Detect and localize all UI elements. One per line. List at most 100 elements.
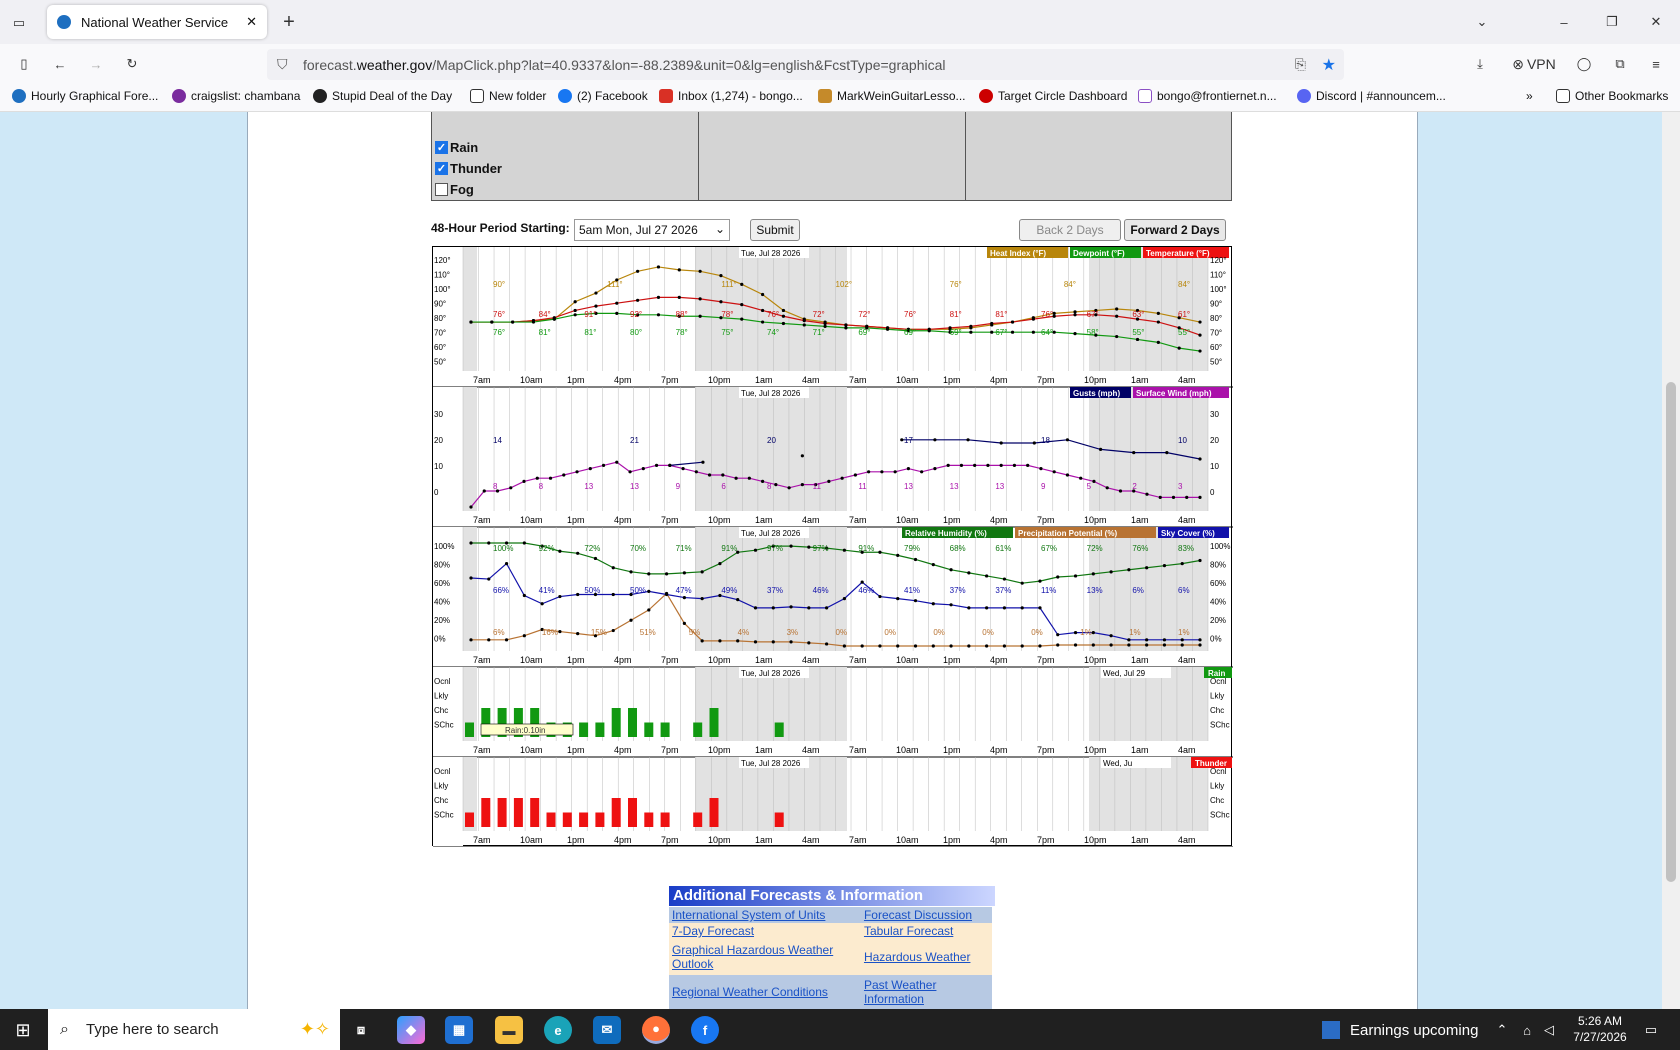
back-icon[interactable]: ← bbox=[48, 52, 72, 76]
fog-checkbox-row[interactable]: Fog bbox=[435, 182, 474, 197]
link-tabular[interactable]: Tabular Forecast bbox=[861, 923, 992, 939]
reload-icon[interactable]: ↻ bbox=[120, 52, 144, 76]
humidity-point bbox=[576, 551, 580, 555]
edge-icon[interactable]: e bbox=[544, 1016, 572, 1044]
news-widget[interactable]: Earnings upcoming bbox=[1322, 1017, 1478, 1043]
new-tab-icon[interactable]: + bbox=[278, 10, 300, 34]
x-tick-label: 7am bbox=[473, 745, 491, 755]
thunder-checkbox-row[interactable]: ✓ Thunder bbox=[435, 161, 502, 176]
scrollbar[interactable] bbox=[1662, 112, 1680, 1009]
temperature-label: 63° bbox=[1132, 310, 1144, 319]
notifications-icon[interactable]: ▭ bbox=[1640, 1019, 1662, 1041]
store-icon[interactable]: ▦ bbox=[445, 1016, 473, 1044]
temperature-label: 92° bbox=[630, 310, 642, 319]
save-page-icon[interactable]: ⎘ bbox=[1295, 56, 1306, 73]
link-hazardous-outlook[interactable]: Graphical Hazardous Weather Outlook bbox=[669, 939, 861, 975]
bookmark-item[interactable]: New folder bbox=[470, 89, 546, 103]
fog-checkbox[interactable] bbox=[435, 183, 448, 196]
surface-wind-point bbox=[482, 489, 486, 493]
facebook-icon[interactable]: f bbox=[691, 1016, 719, 1044]
bookmark-item[interactable]: MarkWeinGuitarLesso... bbox=[818, 89, 966, 103]
thunder-bar bbox=[579, 812, 589, 827]
bookmark-item[interactable]: Target Circle Dashboard bbox=[979, 89, 1127, 103]
bookmark-item[interactable]: Hourly Graphical Fore... bbox=[12, 89, 158, 103]
tray-chevron-icon[interactable]: ⌃ bbox=[1494, 1019, 1510, 1041]
bookmark-item[interactable]: Stupid Deal of the Day bbox=[313, 89, 452, 103]
vpn-button[interactable]: ⊗ VPN bbox=[1508, 52, 1560, 76]
y-tick-label: 40% bbox=[434, 598, 450, 607]
rain-checkbox-row[interactable]: ✓ Rain bbox=[435, 140, 478, 155]
bookmark-item[interactable]: Discord | #announcem... bbox=[1297, 89, 1446, 103]
thunder-checkbox[interactable]: ✓ bbox=[435, 162, 448, 175]
link-si-units[interactable]: International System of Units bbox=[669, 907, 861, 923]
other-bookmarks[interactable]: Other Bookmarks bbox=[1556, 89, 1668, 103]
tab-list-icon[interactable]: ▭ bbox=[8, 12, 30, 34]
bookmark-star-icon[interactable]: ★ bbox=[1322, 55, 1336, 75]
bookmark-item[interactable]: craigslist: chambana bbox=[172, 89, 300, 103]
dewpoint-point bbox=[615, 311, 619, 315]
gusts-point bbox=[668, 463, 672, 467]
volume-icon[interactable]: ◁ bbox=[1540, 1019, 1558, 1041]
y-tick-label: 100° bbox=[1210, 285, 1227, 294]
precip-potential-point bbox=[1162, 643, 1167, 647]
extensions-icon[interactable]: ⧉ bbox=[1608, 52, 1632, 76]
mail-icon[interactable]: ✉ bbox=[593, 1016, 621, 1044]
clock[interactable]: 5:26 AM 7/27/2026 bbox=[1565, 1013, 1635, 1045]
taskbar-search[interactable]: ⌕ Type here to search ✦✧ bbox=[48, 1009, 340, 1050]
link-past-weather[interactable]: Past Weather Information bbox=[861, 975, 992, 1009]
task-view-icon[interactable]: ⧈ bbox=[347, 1016, 375, 1044]
sidebar-icon[interactable]: ▯ bbox=[12, 52, 36, 76]
rain-checkbox[interactable]: ✓ bbox=[435, 141, 448, 154]
scrollbar-thumb[interactable] bbox=[1666, 382, 1676, 882]
network-icon[interactable]: ⌂ bbox=[1518, 1019, 1536, 1041]
humidity-point bbox=[1002, 577, 1007, 581]
tab-nws[interactable]: National Weather Service ✕ bbox=[47, 5, 267, 39]
firefox-icon[interactable]: ● bbox=[642, 1016, 670, 1044]
url-bar[interactable]: ⛉ forecast. weather.gov/MapClick.php?lat=… bbox=[267, 49, 1344, 80]
submit-button[interactable]: Submit bbox=[750, 219, 800, 241]
sky-cover-label: 50% bbox=[584, 586, 600, 595]
site-info-icon[interactable]: ⛉ bbox=[277, 56, 288, 73]
period-label: 48-Hour Period Starting: bbox=[431, 221, 570, 235]
minimize-icon[interactable]: – bbox=[1552, 10, 1576, 34]
surface-wind-point bbox=[1118, 489, 1123, 493]
account-icon[interactable]: ◯ bbox=[1572, 52, 1596, 76]
heat-index-label: 76° bbox=[950, 280, 962, 289]
downloads-icon[interactable]: ⤓ bbox=[1468, 52, 1492, 76]
bookmark-item[interactable]: bongo@frontiernet.n... bbox=[1138, 89, 1277, 103]
sky-cover-point bbox=[469, 576, 473, 580]
precip-label: 0% bbox=[884, 628, 896, 637]
surface-wind-point bbox=[1105, 486, 1109, 490]
gust-label: 14 bbox=[493, 436, 502, 445]
list-all-tabs-icon[interactable]: ⌄ bbox=[1470, 10, 1494, 34]
forward-2-days-button[interactable]: Forward 2 Days bbox=[1124, 219, 1226, 241]
x-tick-label: 10pm bbox=[708, 375, 731, 385]
heat-index-point bbox=[677, 268, 681, 272]
forward-icon[interactable]: → bbox=[84, 52, 108, 76]
menu-icon[interactable]: ≡ bbox=[1644, 52, 1668, 76]
file-explorer-icon[interactable]: ▬ bbox=[495, 1016, 523, 1044]
humidity-label: 79% bbox=[904, 544, 920, 553]
link-forecast-discussion[interactable]: Forecast Discussion bbox=[861, 907, 992, 923]
bookmark-item[interactable]: Inbox (1,274) - bongo... bbox=[659, 89, 803, 103]
x-tick-label: 7am bbox=[849, 835, 867, 845]
precip-label: 6% bbox=[493, 628, 505, 637]
copilot-icon[interactable]: ◆ bbox=[397, 1016, 425, 1044]
period-select[interactable]: 5am Mon, Jul 27 2026 ⌄ bbox=[574, 219, 730, 241]
dewpoint-label: 75° bbox=[721, 328, 733, 337]
precip-label: 1% bbox=[1080, 628, 1092, 637]
restore-icon[interactable]: ❐ bbox=[1600, 10, 1624, 34]
close-window-icon[interactable]: ✕ bbox=[1644, 10, 1668, 34]
close-tab-icon[interactable]: ✕ bbox=[246, 14, 257, 30]
link-regional[interactable]: Regional Weather Conditions bbox=[669, 975, 861, 1009]
bookmark-item[interactable]: (2) Facebook bbox=[558, 89, 648, 103]
gust-label: 17 bbox=[904, 436, 913, 445]
x-tick-label: 10pm bbox=[708, 835, 731, 845]
back-2-days-button[interactable]: Back 2 Days bbox=[1019, 219, 1121, 241]
more-bookmarks-icon[interactable]: » bbox=[1526, 89, 1533, 103]
link-7-day[interactable]: 7-Day Forecast bbox=[669, 923, 861, 939]
sky-cover-label: 47% bbox=[676, 586, 692, 595]
x-tick-label: 10pm bbox=[1084, 835, 1107, 845]
windows-start-icon[interactable]: ⊞ bbox=[12, 1019, 34, 1041]
link-hazardous-weather[interactable]: Hazardous Weather bbox=[861, 939, 992, 975]
